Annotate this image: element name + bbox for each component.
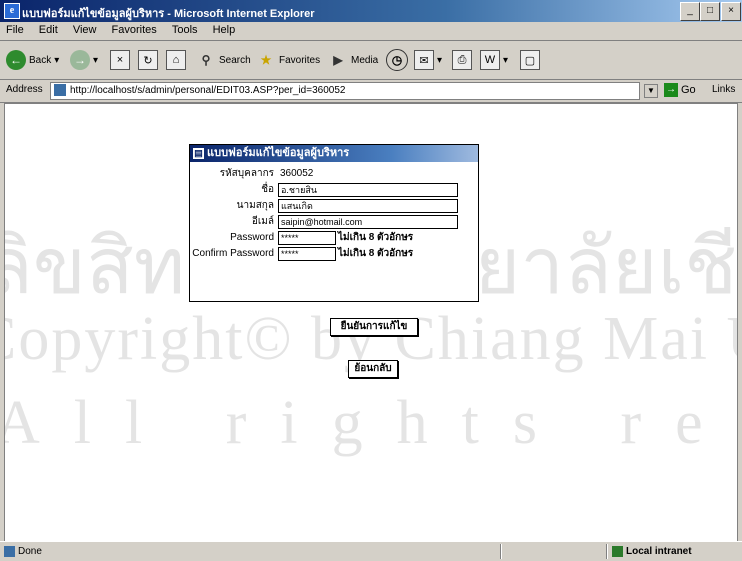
go-button[interactable]: → Go [664,83,696,97]
go-arrow-icon: → [664,83,678,97]
chevron-down-icon[interactable]: ▾ [93,55,98,66]
stop-icon: × [110,50,130,70]
favorites-label: Favorites [279,54,321,66]
discuss-button[interactable]: ▢ [520,47,540,73]
form-row-lastname: นามสกุล [190,199,478,213]
email-field[interactable] [278,215,458,229]
print-button[interactable]: ⎙ [452,47,472,73]
form-icon: ▤ [193,147,204,159]
confirm-password-label: Confirm Password [192,248,274,259]
form-row-confirm-password: Confirm Password ไม่เกิน 8 ตัวอักษร [190,247,478,261]
chevron-down-icon[interactable]: ▾ [503,55,508,66]
address-url: http://localhost/s/admin/personal/EDIT03… [70,85,346,96]
status-done: Done [4,546,42,557]
form-title: แบบฟอร์มแก้ไขข้อมูลผู้บริหาร [207,147,350,159]
close-button[interactable]: × [721,2,741,21]
menu-favorites[interactable]: Favorites [106,22,163,36]
address-label: Address [6,84,43,95]
edit-icon: W [480,50,500,70]
form-row-email: อีเมล์ [190,215,478,229]
firstname-label: ชื่อ [261,184,274,195]
search-label: Search [219,54,251,66]
form-row-password: Password ไม่เกิน 8 ตัวอักษร [190,231,478,245]
edit-button[interactable]: W ▾ [480,47,508,73]
back-label: Back [29,54,52,66]
window-title: แบบฟอร์มแก้ไขข้อมูลผู้บริหาร - Microsoft… [22,8,315,20]
star-icon: ★ [260,53,272,67]
id-label: รหัสบุคลากร [219,168,274,179]
mail-button[interactable]: ✉ ▾ [414,47,442,73]
menu-bar: File Edit View Favorites Tools Help [0,22,742,41]
menu-view[interactable]: View [67,22,103,36]
go-label: Go [681,83,696,96]
menu-edit[interactable]: Edit [33,22,64,36]
minimize-button[interactable]: _ [680,2,700,21]
search-icon: ⚲ [201,53,211,67]
watermark-line3: All rights reserved [4,389,737,457]
standard-toolbar: ← Back ▾ → ▾ × ↻ ⌂ ⚲ Search ★ Favorites … [0,41,742,80]
stop-button[interactable]: × [110,47,130,73]
confirm-password-field[interactable] [278,247,336,261]
refresh-icon: ↻ [138,50,158,70]
chevron-down-icon[interactable]: ▾ [54,55,59,66]
search-button[interactable]: ⚲ Search [196,47,251,73]
media-button[interactable]: ▶ Media [328,47,378,73]
address-bar: Address http://localhost/s/admin/persona… [0,80,742,103]
menu-help[interactable]: Help [207,22,242,36]
firstname-field[interactable] [278,183,458,197]
status-text: Done [18,546,42,558]
print-icon: ⎙ [452,50,472,70]
password-hint: ไม่เกิน 8 ตัวอักษร [338,232,414,243]
status-divider [606,544,608,559]
refresh-button[interactable]: ↻ [138,47,158,73]
confirm-password-hint: ไม่เกิน 8 ตัวอักษร [338,248,414,259]
password-field[interactable] [278,231,336,245]
address-input[interactable]: http://localhost/s/admin/personal/EDIT03… [50,82,640,100]
maximize-button[interactable]: □ [700,2,720,21]
form-header: ▤ แบบฟอร์มแก้ไขข้อมูลผู้บริหาร [190,145,478,162]
status-divider [500,544,502,559]
home-icon: ⌂ [166,50,186,70]
edit-form-panel: ▤ แบบฟอร์มแก้ไขข้อมูลผู้บริหาร รหัสบุคลาก… [189,144,479,302]
lastname-field[interactable] [278,199,458,213]
page-icon [54,84,66,97]
discuss-icon: ▢ [520,50,540,70]
media-label: Media [351,54,379,66]
forward-arrow-icon: → [70,50,90,70]
menu-tools[interactable]: Tools [166,22,204,36]
back-arrow-icon: ← [6,50,26,70]
zone-text: Local intranet [626,546,692,558]
back-form-button[interactable]: ย้อนกลับ [348,360,398,378]
email-label: อีเมล์ [251,216,274,227]
id-value: 360052 [280,168,314,179]
chevron-down-icon[interactable]: ▾ [437,55,442,66]
history-icon: ◷ [386,49,408,71]
favorites-button[interactable]: ★ Favorites [256,47,321,73]
menu-file[interactable]: File [0,22,30,36]
intranet-icon [612,546,623,557]
lastname-label: นามสกุล [236,200,274,211]
ie-logo-icon: e [4,3,20,19]
page-done-icon [4,546,15,557]
confirm-edit-button[interactable]: ยืนยันการแก้ไข [330,318,418,336]
status-bar: Done Local intranet [0,541,742,561]
back-button[interactable]: ← Back ▾ [6,47,59,73]
chevron-down-icon[interactable]: ▼ [644,84,658,98]
security-zone: Local intranet [612,546,692,557]
media-icon: ▶ [333,53,343,67]
form-row-id: รหัสบุคลากร 360052 [190,167,478,181]
forward-button[interactable]: → ▾ [70,47,98,73]
window-title-bar: e แบบฟอร์มแก้ไขข้อมูลผู้บริหาร - Microso… [0,0,742,22]
history-button[interactable]: ◷ [386,47,408,73]
mail-icon: ✉ [414,50,434,70]
home-button[interactable]: ⌂ [166,47,186,73]
links-button[interactable]: Links [712,84,735,95]
password-label: Password [230,232,274,243]
form-row-firstname: ชื่อ [190,183,478,197]
page-content: ลิขสิทธิ์มหาวิทยาลัยเชียงใหม่ Copyright©… [4,103,738,542]
